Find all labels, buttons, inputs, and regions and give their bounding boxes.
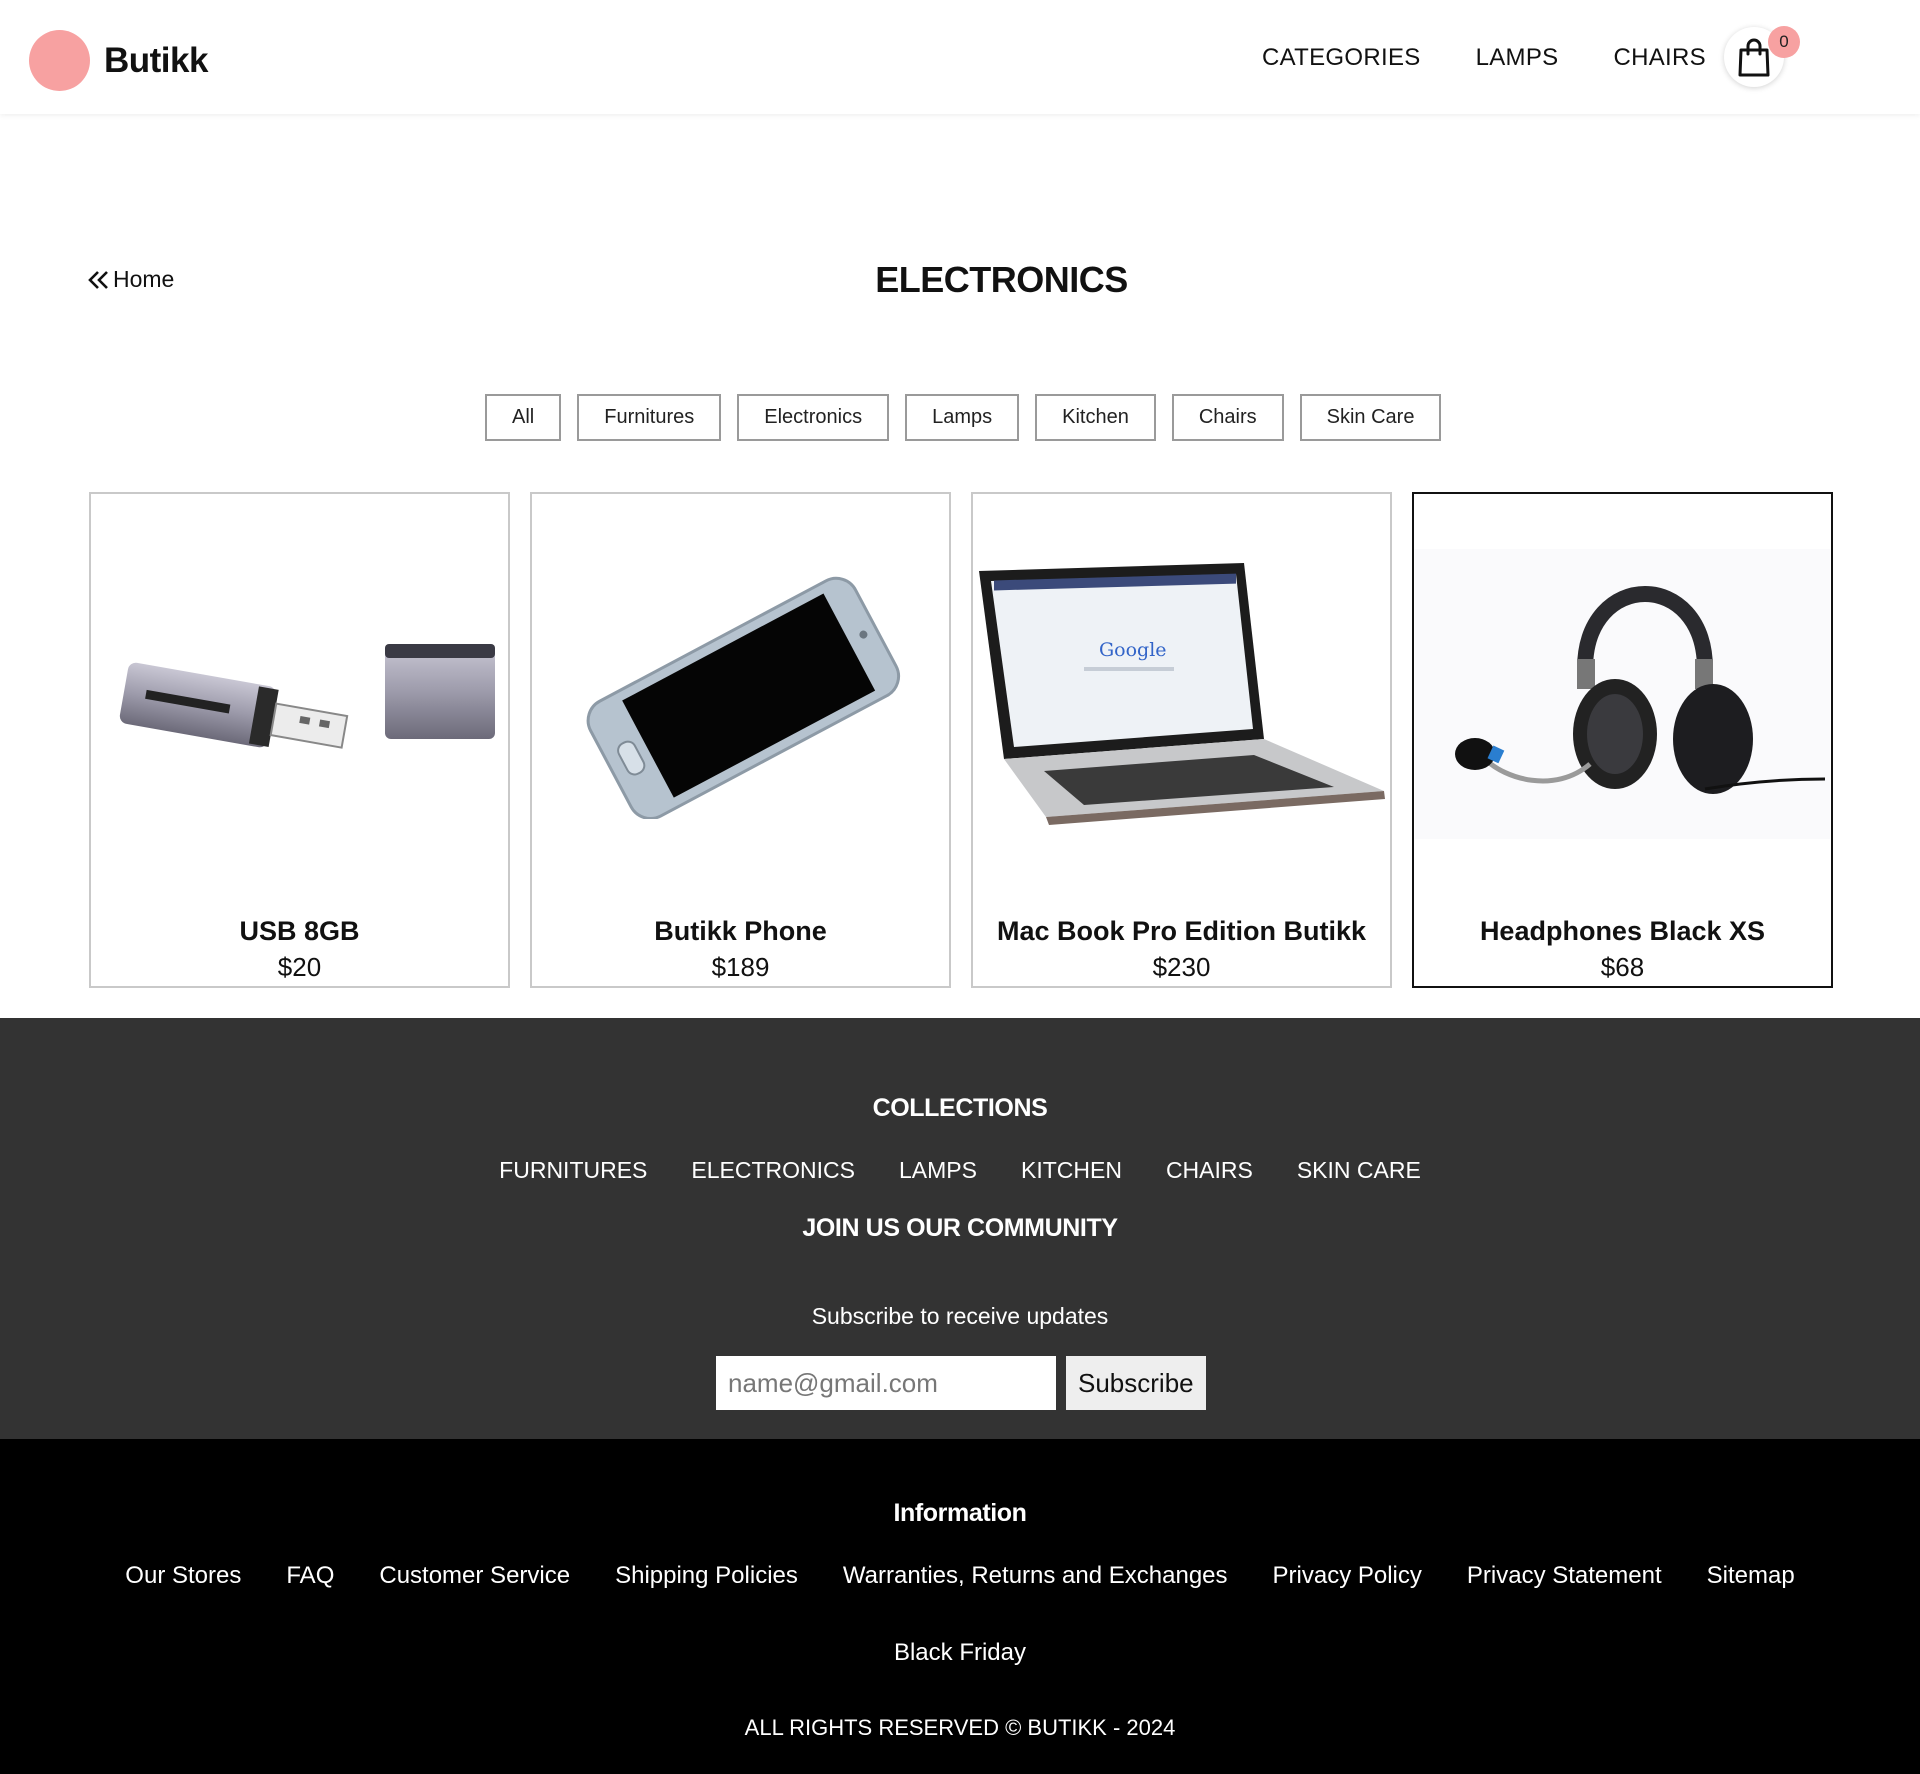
cart-count-badge: 0 [1768, 26, 1800, 58]
collection-link[interactable]: SKIN CARE [1297, 1157, 1421, 1184]
nav-lamps[interactable]: LAMPS [1476, 44, 1559, 72]
nav-categories[interactable]: CATEGORIES [1262, 44, 1421, 72]
collection-link[interactable]: FURNITURES [499, 1157, 647, 1184]
svg-text:Google: Google [1099, 639, 1167, 661]
filter-all-button[interactable]: All [485, 394, 562, 441]
email-field[interactable] [716, 1356, 1056, 1410]
product-price: $230 [1152, 952, 1211, 982]
headset-image [1414, 494, 1831, 894]
filter-lamps-button[interactable]: Lamps [905, 394, 1020, 441]
footer-information: Information Our Stores FAQ Customer Serv… [0, 1439, 1920, 1774]
laptop-image: Google [973, 494, 1390, 894]
site-header: Butikk CATEGORIES LAMPS CHAIRS 0 [0, 0, 1920, 114]
logo-circle-icon [29, 30, 90, 91]
product-price: $20 [277, 952, 322, 982]
info-link-sitemap[interactable]: Sitemap [1707, 1562, 1795, 1590]
info-link-warranties[interactable]: Warranties, Returns and Exchanges [843, 1562, 1228, 1590]
info-link-privacy-statement[interactable]: Privacy Statement [1467, 1562, 1662, 1590]
info-link-our-stores[interactable]: Our Stores [125, 1562, 241, 1590]
page-title: ELECTRONICS [875, 259, 1128, 300]
brand-logo[interactable]: Butikk [29, 30, 208, 91]
smartphone-image [532, 494, 949, 894]
usb-drive-image [91, 494, 508, 894]
footer-collections: COLLECTIONS FURNITURES ELECTRONICS LAMPS… [0, 1018, 1920, 1439]
collection-link[interactable]: CHAIRS [1166, 1157, 1253, 1184]
shopping-bag-icon [1738, 38, 1770, 77]
collections-heading: COLLECTIONS [872, 1094, 1048, 1122]
product-price: $68 [1600, 952, 1645, 982]
collection-link[interactable]: KITCHEN [1021, 1157, 1122, 1184]
brand-name: Butikk [104, 40, 208, 80]
filter-electronics-button[interactable]: Electronics [737, 394, 890, 441]
product-name: Mac Book Pro Edition Butikk [996, 916, 1367, 946]
filter-chairs-button[interactable]: Chairs [1171, 394, 1284, 441]
info-link-shipping-policies[interactable]: Shipping Policies [615, 1562, 798, 1590]
community-heading: JOIN US OUR COMMUNITY [802, 1214, 1118, 1242]
product-price: $189 [711, 952, 770, 982]
collection-link[interactable]: ELECTRONICS [691, 1157, 855, 1184]
information-heading: Information [893, 1499, 1027, 1527]
info-link-customer-service[interactable]: Customer Service [379, 1562, 570, 1590]
product-card[interactable]: Butikk Phone $189 [530, 492, 951, 988]
subscribe-text: Subscribe to receive updates [811, 1303, 1109, 1329]
collection-link[interactable]: LAMPS [899, 1157, 977, 1184]
product-name: USB 8GB [239, 916, 360, 946]
product-card[interactable]: USB 8GB $20 [89, 492, 510, 988]
copyright-text: ALL RIGHTS RESERVED © BUTIKK - 2024 [744, 1715, 1176, 1740]
black-friday-link[interactable]: Black Friday [0, 1639, 1920, 1667]
filter-kitchen-button[interactable]: Kitchen [1035, 394, 1156, 441]
subscribe-button[interactable]: Subscribe [1066, 1356, 1206, 1410]
collections-links: FURNITURES ELECTRONICS LAMPS KITCHEN CHA… [0, 1157, 1920, 1184]
filter-skin-care-button[interactable]: Skin Care [1299, 394, 1442, 441]
product-grid: USB 8GB $20 Butikk Phone $189 Google Mac… [89, 492, 1833, 988]
information-links: Our Stores FAQ Customer Service Shipping… [0, 1562, 1920, 1590]
main-nav: CATEGORIES LAMPS CHAIRS [1262, 44, 1706, 72]
product-name: Headphones Black XS [1479, 916, 1766, 946]
info-link-privacy-policy[interactable]: Privacy Policy [1273, 1562, 1422, 1590]
product-name: Butikk Phone [654, 916, 827, 946]
category-filters: All Furnitures Electronics Lamps Kitchen… [485, 394, 1442, 441]
nav-chairs[interactable]: CHAIRS [1613, 44, 1705, 72]
subscribe-form: Subscribe [716, 1356, 1206, 1410]
info-link-faq[interactable]: FAQ [286, 1562, 334, 1590]
product-card[interactable]: Headphones Black XS $68 [1412, 492, 1833, 988]
filter-furnitures-button[interactable]: Furnitures [577, 394, 722, 441]
product-card[interactable]: Google Mac Book Pro Edition Butikk $230 [971, 492, 1392, 988]
